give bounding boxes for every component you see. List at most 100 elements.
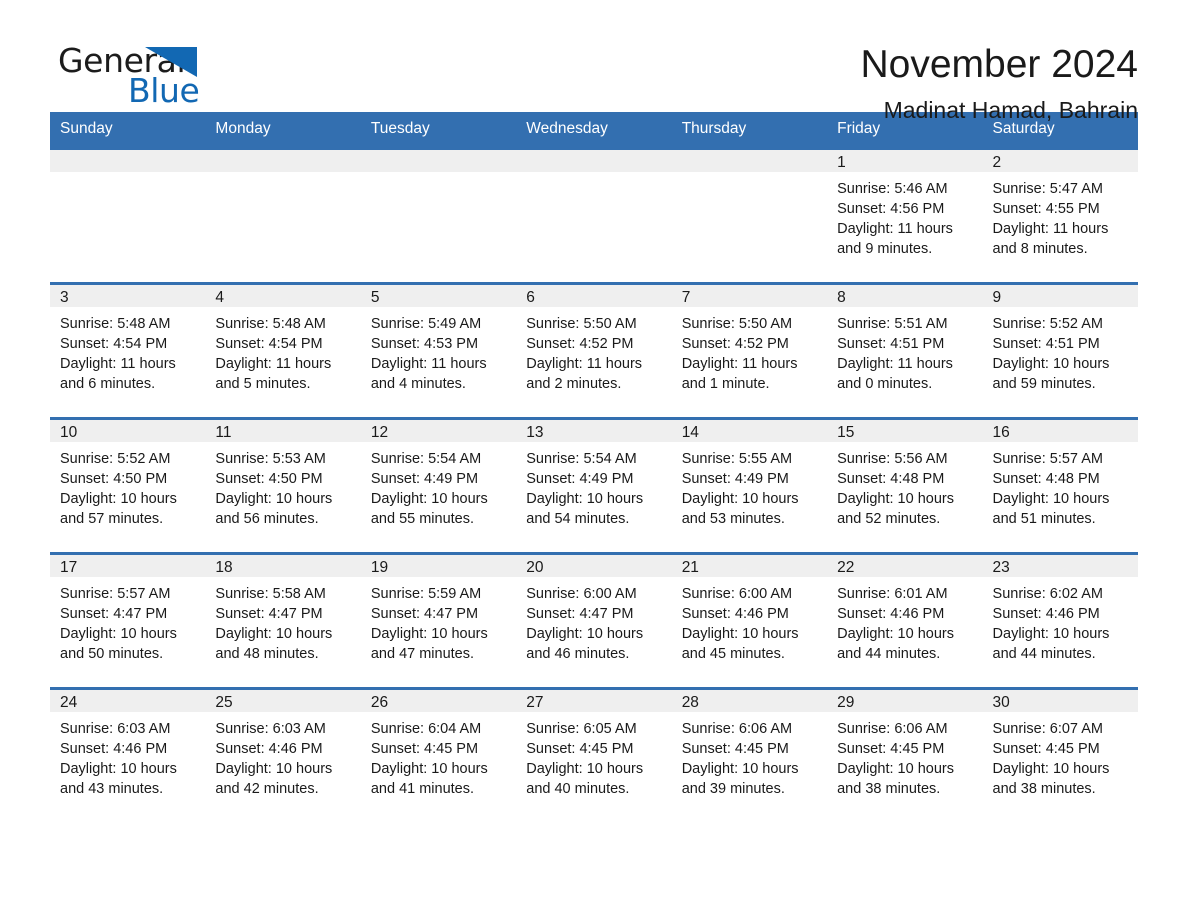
sunrise-text: Sunrise: 5:57 AM (992, 451, 1103, 467)
day-details: Sunrise: 5:56 AM Sunset: 4:48 PM Daylight:… (827, 442, 982, 552)
sunrise-text: Sunrise: 5:51 AM (837, 316, 948, 332)
calendar-day-cell[interactable]: 26 Sunrise: 6:04 AM Sunset: 4:45 PM Dayligh… (360, 687, 517, 822)
calendar-day-cell[interactable]: 7 Sunrise: 5:50 AM Sunset: 4:52 PM Daylight… (671, 282, 828, 417)
day-details: Sunrise: 6:04 AM Sunset: 4:45 PM Daylight:… (361, 712, 516, 822)
day-number: 21 (671, 552, 828, 577)
sunrise-text: Sunrise: 6:06 AM (837, 721, 948, 737)
calendar-day-cell[interactable]: 6 Sunrise: 5:50 AM Sunset: 4:52 PM Daylight… (516, 282, 672, 417)
day-number: 27 (516, 687, 672, 712)
day-number (50, 147, 206, 172)
brand-logo[interactable]: General Blue (50, 42, 200, 112)
day-number: 5 (360, 282, 517, 307)
weekday-header-sunday: Sunday (50, 112, 206, 147)
day-details: Sunrise: 5:52 AM Sunset: 4:51 PM Daylight:… (983, 307, 1138, 417)
calendar-day-cell[interactable]: 24 Sunrise: 6:03 AM Sunset: 4:46 PM Dayligh… (50, 687, 206, 822)
day-number (360, 147, 517, 172)
calendar-day-cell[interactable]: 19 Sunrise: 5:59 AM Sunset: 4:47 PM Dayligh… (360, 552, 517, 687)
day-number: 24 (50, 687, 206, 712)
sunset-text: Sunset: 4:53 PM (370, 336, 479, 352)
day-number: 3 (50, 282, 206, 307)
calendar-day-cell-empty (205, 147, 361, 282)
calendar-week-row: 24 Sunrise: 6:03 AM Sunset: 4:46 PM Dayligh… (50, 687, 1138, 822)
calendar-day-cell[interactable]: 22 Sunrise: 6:01 AM Sunset: 4:46 PM Dayligh… (827, 552, 983, 687)
day-number: 23 (982, 552, 1138, 577)
calendar-day-cell[interactable]: 30 Sunrise: 6:07 AM Sunset: 4:45 PM Dayligh… (982, 687, 1138, 822)
day-number: 1 (827, 147, 983, 172)
calendar-day-cell[interactable]: 16 Sunrise: 5:57 AM Sunset: 4:48 PM Dayligh… (982, 417, 1138, 552)
daylight-text: Daylight: 10 hours and 38 minutes. (992, 761, 1110, 797)
sunrise-text: Sunrise: 6:04 AM (370, 721, 482, 737)
sunset-text: Sunset: 4:49 PM (526, 471, 634, 487)
calendar-day-cell[interactable]: 21 Sunrise: 6:00 AM Sunset: 4:46 PM Dayligh… (671, 552, 828, 687)
calendar-day-cell[interactable]: 29 Sunrise: 6:06 AM Sunset: 4:45 PM Dayligh… (827, 687, 983, 822)
day-number: 4 (205, 282, 361, 307)
daylight-text: Daylight: 11 hours and 6 minutes. (60, 356, 176, 392)
day-number: 22 (827, 552, 983, 577)
daylight-text: Daylight: 10 hours and 41 minutes. (370, 761, 488, 797)
day-details: Sunrise: 5:53 AM Sunset: 4:50 PM Daylight:… (205, 442, 360, 552)
sunrise-text: Sunrise: 6:07 AM (992, 721, 1103, 737)
calendar-day-cell[interactable]: 15 Sunrise: 5:56 AM Sunset: 4:48 PM Dayligh… (827, 417, 983, 552)
daylight-text: Daylight: 10 hours and 55 minutes. (370, 491, 488, 527)
calendar-day-cell-empty (360, 147, 517, 282)
sunset-text: Sunset: 4:52 PM (526, 336, 634, 352)
calendar-day-cell[interactable]: 8 Sunrise: 5:51 AM Sunset: 4:51 PM Daylight… (827, 282, 983, 417)
sunrise-text: Sunrise: 5:57 AM (60, 586, 171, 602)
calendar-day-cell[interactable]: 23 Sunrise: 6:02 AM Sunset: 4:46 PM Dayligh… (982, 552, 1138, 687)
sunset-text: Sunset: 4:49 PM (370, 471, 479, 487)
day-details: Sunrise: 6:02 AM Sunset: 4:46 PM Daylight:… (983, 577, 1138, 687)
daylight-text: Daylight: 10 hours and 46 minutes. (526, 626, 644, 662)
calendar-day-cell[interactable]: 27 Sunrise: 6:05 AM Sunset: 4:45 PM Dayligh… (516, 687, 672, 822)
day-details (361, 172, 516, 282)
calendar-day-cell[interactable]: 3 Sunrise: 5:48 AM Sunset: 4:54 PM Daylight… (50, 282, 206, 417)
calendar-day-cell[interactable]: 4 Sunrise: 5:48 AM Sunset: 4:54 PM Daylight… (205, 282, 361, 417)
day-number: 30 (982, 687, 1138, 712)
calendar-day-cell[interactable]: 12 Sunrise: 5:54 AM Sunset: 4:49 PM Dayligh… (360, 417, 517, 552)
sunset-text: Sunset: 4:45 PM (370, 741, 479, 757)
calendar-day-cell[interactable]: 18 Sunrise: 5:58 AM Sunset: 4:47 PM Dayligh… (205, 552, 361, 687)
day-number: 29 (827, 687, 983, 712)
daylight-text: Daylight: 10 hours and 56 minutes. (215, 491, 333, 527)
calendar-day-cell[interactable]: 13 Sunrise: 5:54 AM Sunset: 4:49 PM Dayligh… (516, 417, 672, 552)
calendar-week-row: 3 Sunrise: 5:48 AM Sunset: 4:54 PM Daylight… (50, 282, 1138, 417)
calendar-day-cell[interactable]: 14 Sunrise: 5:55 AM Sunset: 4:49 PM Dayligh… (671, 417, 828, 552)
calendar-day-cell[interactable]: 10 Sunrise: 5:52 AM Sunset: 4:50 PM Dayligh… (50, 417, 206, 552)
sunset-text: Sunset: 4:46 PM (215, 741, 323, 757)
calendar-day-cell[interactable]: 5 Sunrise: 5:49 AM Sunset: 4:53 PM Daylight… (360, 282, 517, 417)
page-header: General Blue November 2024 Madinat Hamad… (50, 0, 1138, 123)
day-number: 6 (516, 282, 672, 307)
daylight-text: Daylight: 11 hours and 0 minutes. (837, 356, 953, 392)
calendar-day-cell[interactable]: 9 Sunrise: 5:52 AM Sunset: 4:51 PM Daylight… (982, 282, 1138, 417)
sunrise-text: Sunrise: 5:52 AM (992, 316, 1103, 332)
calendar-day-cell[interactable]: 2 Sunrise: 5:47 AM Sunset: 4:55 PM Daylight… (982, 147, 1138, 282)
sunrise-text: Sunrise: 6:03 AM (215, 721, 326, 737)
day-details: Sunrise: 5:47 AM Sunset: 4:55 PM Daylight:… (983, 172, 1138, 282)
day-details: Sunrise: 5:48 AM Sunset: 4:54 PM Daylight:… (205, 307, 360, 417)
daylight-text: Daylight: 10 hours and 48 minutes. (215, 626, 333, 662)
day-number: 26 (360, 687, 517, 712)
day-details: Sunrise: 6:05 AM Sunset: 4:45 PM Daylight:… (516, 712, 671, 822)
sunrise-text: Sunrise: 5:47 AM (992, 181, 1103, 197)
calendar-day-cell[interactable]: 17 Sunrise: 5:57 AM Sunset: 4:47 PM Dayligh… (50, 552, 206, 687)
daylight-text: Daylight: 10 hours and 59 minutes. (992, 356, 1110, 392)
calendar-day-cell[interactable]: 1 Sunrise: 5:46 AM Sunset: 4:56 PM Daylight… (827, 147, 983, 282)
day-details: Sunrise: 6:03 AM Sunset: 4:46 PM Daylight:… (50, 712, 205, 822)
sunrise-text: Sunrise: 6:01 AM (837, 586, 948, 602)
calendar-week-row: 1 Sunrise: 5:46 AM Sunset: 4:56 PM Daylight… (50, 147, 1138, 282)
daylight-text: Daylight: 10 hours and 52 minutes. (837, 491, 954, 527)
day-number: 19 (360, 552, 517, 577)
sunset-text: Sunset: 4:46 PM (837, 606, 945, 622)
sunrise-text: Sunrise: 6:03 AM (60, 721, 171, 737)
day-details: Sunrise: 5:52 AM Sunset: 4:50 PM Daylight:… (50, 442, 205, 552)
sunset-text: Sunset: 4:54 PM (60, 336, 168, 352)
weekday-header-tuesday: Tuesday (360, 112, 517, 147)
calendar-day-cell[interactable]: 28 Sunrise: 6:06 AM Sunset: 4:45 PM Dayligh… (671, 687, 828, 822)
day-details (205, 172, 360, 282)
sunset-text: Sunset: 4:46 PM (60, 741, 168, 757)
day-details (516, 172, 671, 282)
calendar-day-cell[interactable]: 20 Sunrise: 6:00 AM Sunset: 4:47 PM Dayligh… (516, 552, 672, 687)
calendar-day-cell[interactable]: 11 Sunrise: 5:53 AM Sunset: 4:50 PM Dayligh… (205, 417, 361, 552)
calendar-page: General Blue November 2024 Madinat Hamad… (0, 0, 1188, 918)
calendar-day-cell[interactable]: 25 Sunrise: 6:03 AM Sunset: 4:46 PM Dayligh… (205, 687, 361, 822)
daylight-text: Daylight: 11 hours and 2 minutes. (526, 356, 643, 392)
